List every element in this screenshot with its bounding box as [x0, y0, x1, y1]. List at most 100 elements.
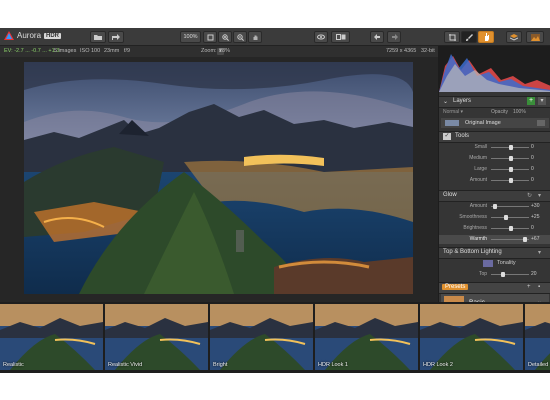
- tools-header[interactable]: ✓ Tools: [439, 131, 550, 143]
- tonality-icon: [483, 260, 493, 267]
- presets-panel-button[interactable]: [526, 31, 544, 43]
- slider-knob[interactable]: [504, 215, 508, 220]
- preset-thumbnail[interactable]: Bright: [210, 304, 313, 370]
- blend-select[interactable]: Normal ▾: [443, 109, 463, 115]
- slider-knob[interactable]: [493, 204, 497, 209]
- slider-track[interactable]: [491, 217, 529, 218]
- fit-button[interactable]: [203, 31, 217, 43]
- preview-button[interactable]: [314, 31, 328, 43]
- preset-thumbnail[interactable]: HDR Look 2: [420, 304, 523, 370]
- glow-rows-slider-row[interactable]: Brightness 0: [439, 224, 550, 233]
- undo-icon: [373, 34, 380, 40]
- add-layer-button[interactable]: +: [527, 97, 535, 105]
- focal-length: 23mm: [104, 48, 120, 54]
- slider-value: 0: [531, 177, 534, 183]
- top-label: Top: [478, 271, 487, 277]
- slider-label: Small: [474, 144, 487, 150]
- slider-label: Smoothness: [459, 214, 487, 220]
- slider-value: 0: [531, 166, 534, 172]
- slider-label: Amount: [469, 177, 487, 183]
- redo-icon: [391, 34, 398, 40]
- zoom-in-button[interactable]: [218, 31, 232, 43]
- zoom-out-icon: [236, 33, 244, 41]
- topbottom-menu-icon[interactable]: ▾: [538, 249, 541, 256]
- main-photo[interactable]: [24, 62, 413, 294]
- slider-knob[interactable]: [523, 237, 527, 242]
- slider-value: 0: [531, 144, 534, 150]
- preset-thumbnail[interactable]: HDR Look 1: [315, 304, 418, 370]
- slider-knob[interactable]: [509, 145, 513, 150]
- slider-knob[interactable]: [509, 156, 513, 161]
- slider-value: 0: [531, 225, 534, 231]
- glow-reset-icon[interactable]: ↻: [527, 192, 532, 199]
- glow-title: Glow: [443, 192, 457, 198]
- app-name: Aurora: [17, 31, 42, 40]
- topbottom-header[interactable]: Top & Bottom Lighting ▾: [439, 247, 550, 259]
- glow-menu-icon[interactable]: ▾: [538, 192, 541, 199]
- slider-knob[interactable]: [509, 226, 513, 231]
- compare-icon: [335, 34, 345, 40]
- tonality-row[interactable]: Tonality: [483, 259, 543, 268]
- tools-checkbox[interactable]: ✓: [443, 133, 451, 140]
- blend-row: Normal ▾ Opacity 100%: [439, 108, 550, 117]
- layer-row[interactable]: Original Image: [441, 118, 549, 128]
- undo-button[interactable]: [370, 31, 384, 43]
- ev-range: EV: -2.7 ... -0.7 ... +1.3: [4, 48, 60, 54]
- zoom-100-button[interactable]: 100%: [180, 31, 201, 43]
- glow-header[interactable]: Glow ↻ ▾: [439, 190, 550, 202]
- app-window: Aurora HDR 100% EV: -2.7 ... -0.7 ... +1…: [0, 28, 550, 373]
- top-knob[interactable]: [501, 272, 505, 277]
- glow-rows-slider-row[interactable]: Warmth +67: [439, 235, 550, 244]
- layer-menu-button[interactable]: ▾: [538, 97, 546, 105]
- zoom-value: 28%: [219, 48, 231, 54]
- share-icon: [112, 34, 120, 40]
- add-preset-button[interactable]: +: [527, 284, 531, 290]
- iso-value: ISO 100: [80, 48, 101, 54]
- slider-knob[interactable]: [509, 167, 513, 172]
- crop-button[interactable]: [444, 31, 460, 43]
- brush-button[interactable]: [461, 31, 477, 43]
- brush-icon: [465, 33, 473, 41]
- opacity-value[interactable]: 100%: [513, 109, 526, 115]
- zoom-label: Zoom:: [201, 48, 217, 54]
- top-value: 20: [531, 271, 537, 277]
- zoom-in-icon: [221, 33, 229, 41]
- preset-thumbnail[interactable]: Detailed: [525, 304, 550, 370]
- hand-button[interactable]: [248, 31, 262, 43]
- tools-rows-slider-row[interactable]: Large 0: [439, 165, 550, 174]
- preset-label: HDR Look 2: [423, 362, 453, 368]
- presets-title: Presets: [445, 284, 466, 290]
- tools-rows-slider-row[interactable]: Small 0: [439, 143, 550, 152]
- masking-button[interactable]: [478, 31, 494, 43]
- layers-button[interactable]: [506, 31, 522, 43]
- landscape-icon: [530, 33, 540, 41]
- preset-thumbnail[interactable]: Realistic: [0, 304, 103, 370]
- top-slider-row[interactable]: Top 20: [439, 270, 550, 279]
- preset-thumbnail[interactable]: Realistic Vivid: [105, 304, 208, 370]
- tools-rows-slider-row[interactable]: Medium 0: [439, 154, 550, 163]
- layers-header[interactable]: ⌄ Layers + ▾: [439, 96, 550, 108]
- zoom-select[interactable]: 28% ▾: [217, 48, 230, 55]
- presets-header[interactable]: Presets + ▪: [439, 282, 550, 294]
- presets-tab[interactable]: Presets: [442, 284, 469, 290]
- redo-button[interactable]: [387, 31, 401, 43]
- fit-icon: [207, 34, 213, 40]
- open-folder-button[interactable]: [90, 31, 106, 43]
- compare-button[interactable]: [331, 31, 350, 43]
- glow-rows-slider-row[interactable]: Amount +30: [439, 202, 550, 211]
- eye-icon: [317, 34, 325, 40]
- zoom-out-button[interactable]: [233, 31, 247, 43]
- preset-label: Detailed: [528, 362, 549, 368]
- canvas-area[interactable]: [0, 57, 438, 302]
- image-size: 7259 x 4365: [386, 48, 417, 54]
- layers-title: Layers: [453, 98, 472, 104]
- glow-rows-slider-row[interactable]: Smoothness +25: [439, 213, 550, 222]
- top-track[interactable]: [491, 274, 529, 275]
- hdr-badge: HDR: [44, 32, 62, 39]
- tools-rows-slider-row[interactable]: Amount 0: [439, 176, 550, 185]
- zoom-100-label: 100%: [183, 34, 198, 40]
- slider-value: +67: [531, 236, 540, 242]
- preset-menu-button[interactable]: ▪: [538, 284, 540, 290]
- share-button[interactable]: [108, 31, 124, 43]
- slider-knob[interactable]: [509, 178, 513, 183]
